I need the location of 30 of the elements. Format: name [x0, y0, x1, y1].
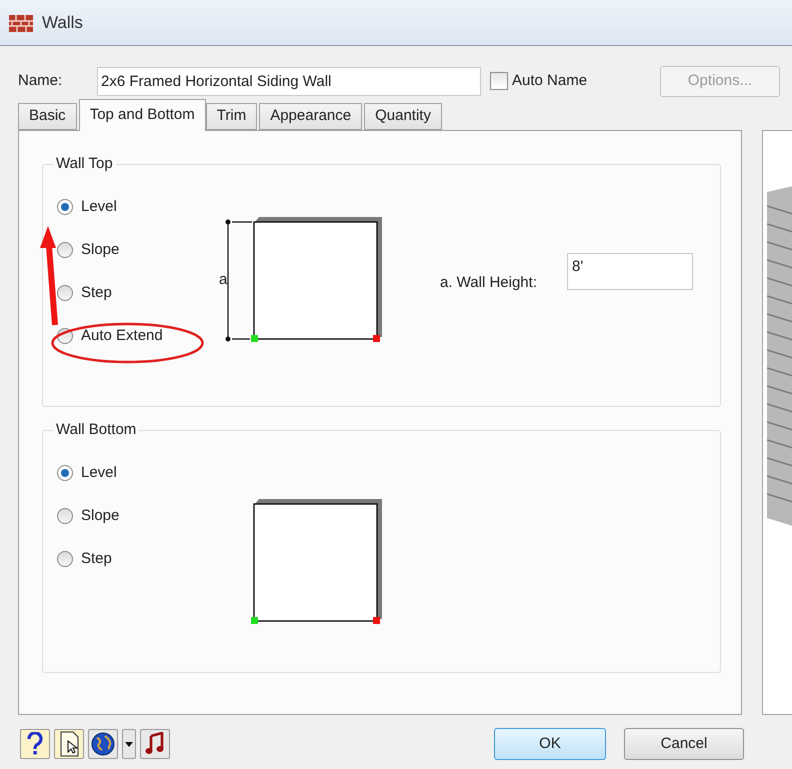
radio-option[interactable]: Level	[57, 186, 117, 228]
dialog-button[interactable]: Cancel	[624, 728, 744, 760]
tab[interactable]: Appearance	[259, 103, 362, 130]
music-note-icon[interactable]	[140, 729, 170, 759]
auto-name-checkbox[interactable]: Auto Name	[490, 70, 588, 92]
group-title: Wall Top	[55, 154, 114, 174]
start-point-marker	[251, 334, 258, 342]
radio-option[interactable]: Slope	[57, 228, 120, 272]
name-field[interactable]: 2x6 Framed Horizontal Siding Wall	[97, 66, 481, 96]
group-title: Wall Bottom	[55, 420, 138, 440]
window-title: Walls	[42, 12, 83, 34]
help-icon[interactable]	[20, 729, 50, 759]
page-cursor-icon[interactable]	[54, 729, 84, 759]
radio-option[interactable]: Slope	[57, 494, 120, 538]
tab[interactable]: Trim	[206, 103, 258, 130]
radio-option[interactable]: Step	[57, 272, 112, 314]
radio-option[interactable]: Step	[57, 538, 112, 580]
tab[interactable]: Quantity	[364, 103, 442, 130]
radio-option[interactable]: Level	[57, 452, 117, 494]
tab[interactable]: Top and Bottom	[78, 99, 206, 131]
wall-height-label: a. Wall Height:	[440, 272, 537, 292]
start-point-marker	[251, 616, 258, 624]
dropdown-caret-icon[interactable]	[122, 729, 136, 759]
dimension-label: a	[219, 270, 228, 288]
globe-icon[interactable]	[88, 729, 118, 759]
tab[interactable]: Basic	[18, 103, 77, 130]
wall-height-field[interactable]: 8'	[566, 252, 693, 290]
radio-option[interactable]: Auto Extend	[57, 314, 163, 358]
name-label: Name:	[18, 70, 64, 91]
dialog-button[interactable]: OK	[494, 728, 606, 760]
